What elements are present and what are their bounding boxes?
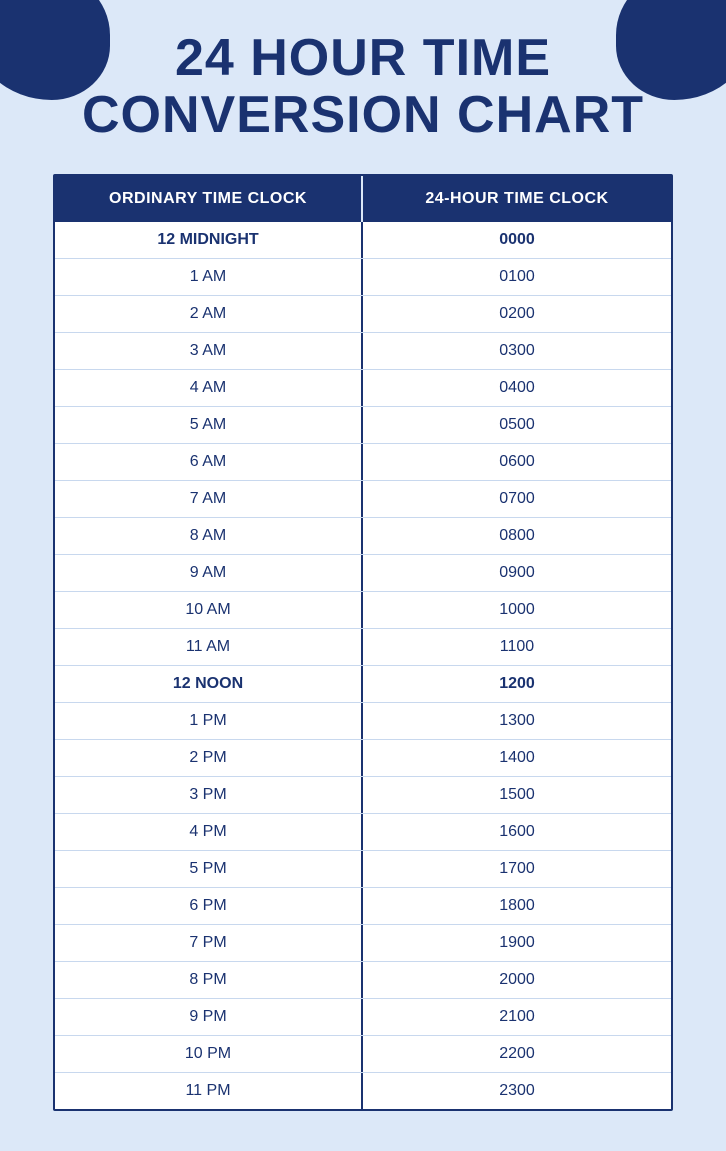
military-time-cell: 0300 xyxy=(363,333,671,369)
military-time-cell: 0900 xyxy=(363,555,671,591)
ordinary-time-cell: 12 NOON xyxy=(55,666,363,702)
military-time-cell: 0800 xyxy=(363,518,671,554)
military-time-cell: 0700 xyxy=(363,481,671,517)
ordinary-time-cell: 7 AM xyxy=(55,481,363,517)
table-row: 9 PM2100 xyxy=(55,999,671,1036)
title-line2: CONVERSION CHART xyxy=(82,87,644,144)
ordinary-time-cell: 11 PM xyxy=(55,1073,363,1109)
table-row: 6 AM0600 xyxy=(55,444,671,481)
page-wrapper: 24 HOUR TIME CONVERSION CHART ORDINARY T… xyxy=(0,0,726,1151)
conversion-table: ORDINARY TIME CLOCK 24-HOUR TIME CLOCK 1… xyxy=(53,174,673,1111)
ordinary-time-cell: 3 PM xyxy=(55,777,363,813)
table-row: 11 AM1100 xyxy=(55,629,671,666)
table-row: 2 AM0200 xyxy=(55,296,671,333)
ordinary-time-cell: 1 PM xyxy=(55,703,363,739)
table-row: 2 PM1400 xyxy=(55,740,671,777)
military-time-cell: 0200 xyxy=(363,296,671,332)
table-row: 4 PM1600 xyxy=(55,814,671,851)
ordinary-time-cell: 11 AM xyxy=(55,629,363,665)
table-row: 3 PM1500 xyxy=(55,777,671,814)
military-time-cell: 1600 xyxy=(363,814,671,850)
military-time-cell: 2300 xyxy=(363,1073,671,1109)
ordinary-time-cell: 5 PM xyxy=(55,851,363,887)
military-time-cell: 2100 xyxy=(363,999,671,1035)
ordinary-time-cell: 12 MIDNIGHT xyxy=(55,222,363,258)
col2-header: 24-HOUR TIME CLOCK xyxy=(363,176,671,222)
ordinary-time-cell: 1 AM xyxy=(55,259,363,295)
military-time-cell: 1300 xyxy=(363,703,671,739)
military-time-cell: 1500 xyxy=(363,777,671,813)
military-time-cell: 1200 xyxy=(363,666,671,702)
table-row: 7 PM1900 xyxy=(55,925,671,962)
military-time-cell: 2000 xyxy=(363,962,671,998)
table-row: 11 PM2300 xyxy=(55,1073,671,1109)
table-header: ORDINARY TIME CLOCK 24-HOUR TIME CLOCK xyxy=(55,176,671,222)
military-time-cell: 1800 xyxy=(363,888,671,924)
ordinary-time-cell: 2 AM xyxy=(55,296,363,332)
ordinary-time-cell: 4 AM xyxy=(55,370,363,406)
title-section: 24 HOUR TIME CONVERSION CHART xyxy=(42,30,684,144)
col1-header: ORDINARY TIME CLOCK xyxy=(55,176,363,222)
ordinary-time-cell: 2 PM xyxy=(55,740,363,776)
table-row: 12 MIDNIGHT0000 xyxy=(55,222,671,259)
military-time-cell: 0600 xyxy=(363,444,671,480)
ordinary-time-cell: 8 AM xyxy=(55,518,363,554)
table-row: 12 NOON1200 xyxy=(55,666,671,703)
table-row: 6 PM1800 xyxy=(55,888,671,925)
military-time-cell: 1400 xyxy=(363,740,671,776)
ordinary-time-cell: 7 PM xyxy=(55,925,363,961)
ordinary-time-cell: 10 PM xyxy=(55,1036,363,1072)
page-title: 24 HOUR TIME CONVERSION CHART xyxy=(82,30,644,144)
ordinary-time-cell: 10 AM xyxy=(55,592,363,628)
military-time-cell: 0000 xyxy=(363,222,671,258)
ordinary-time-cell: 4 PM xyxy=(55,814,363,850)
ordinary-time-cell: 6 PM xyxy=(55,888,363,924)
table-row: 5 AM0500 xyxy=(55,407,671,444)
ordinary-time-cell: 9 PM xyxy=(55,999,363,1035)
table-row: 1 AM0100 xyxy=(55,259,671,296)
table-row: 8 PM2000 xyxy=(55,962,671,999)
table-row: 5 PM1700 xyxy=(55,851,671,888)
military-time-cell: 2200 xyxy=(363,1036,671,1072)
military-time-cell: 0100 xyxy=(363,259,671,295)
table-row: 4 AM0400 xyxy=(55,370,671,407)
table-body: 12 MIDNIGHT00001 AM01002 AM02003 AM03004… xyxy=(55,222,671,1109)
title-line1: 24 HOUR TIME xyxy=(82,30,644,87)
table-row: 7 AM0700 xyxy=(55,481,671,518)
ordinary-time-cell: 8 PM xyxy=(55,962,363,998)
table-row: 10 AM1000 xyxy=(55,592,671,629)
table-row: 3 AM0300 xyxy=(55,333,671,370)
table-row: 1 PM1300 xyxy=(55,703,671,740)
ordinary-time-cell: 6 AM xyxy=(55,444,363,480)
ordinary-time-cell: 9 AM xyxy=(55,555,363,591)
table-row: 8 AM0800 xyxy=(55,518,671,555)
military-time-cell: 0400 xyxy=(363,370,671,406)
table-row: 10 PM2200 xyxy=(55,1036,671,1073)
ordinary-time-cell: 5 AM xyxy=(55,407,363,443)
military-time-cell: 1700 xyxy=(363,851,671,887)
military-time-cell: 0500 xyxy=(363,407,671,443)
military-time-cell: 1100 xyxy=(363,629,671,665)
military-time-cell: 1900 xyxy=(363,925,671,961)
table-row: 9 AM0900 xyxy=(55,555,671,592)
military-time-cell: 1000 xyxy=(363,592,671,628)
ordinary-time-cell: 3 AM xyxy=(55,333,363,369)
